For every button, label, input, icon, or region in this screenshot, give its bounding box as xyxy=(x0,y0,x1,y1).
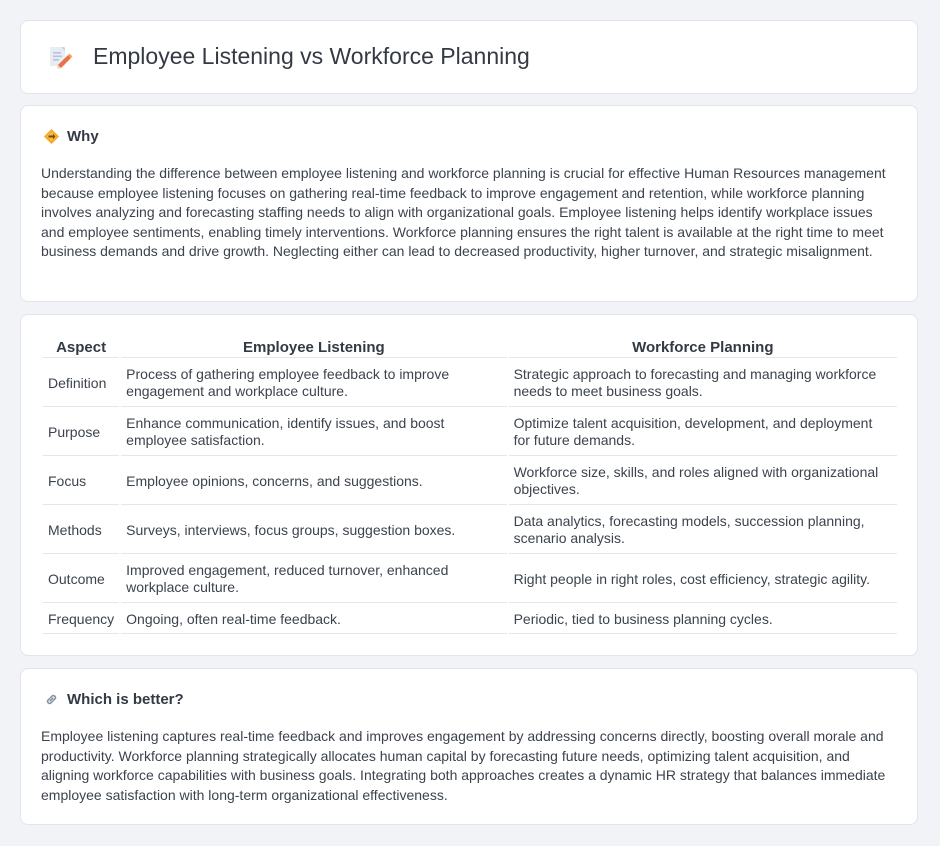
header-card: Employee Listening vs Workforce Planning xyxy=(20,20,918,94)
aspect-cell: Purpose xyxy=(43,409,120,456)
table-row: Definition Process of gathering employee… xyxy=(43,360,897,407)
why-card: Why Understanding the difference between… xyxy=(20,105,918,302)
title-row: Employee Listening vs Workforce Planning xyxy=(47,43,530,70)
why-title: Why xyxy=(67,128,99,145)
comparison-table: Aspect Employee Listening Workforce Plan… xyxy=(41,335,899,636)
table-row: Methods Surveys, interviews, focus group… xyxy=(43,507,897,554)
better-heading: Which is better? xyxy=(43,691,184,708)
header-aspect: Aspect xyxy=(43,337,120,358)
aspect-cell: Definition xyxy=(43,360,120,407)
aspect-cell: Outcome xyxy=(43,556,120,603)
listening-cell: Employee opinions, concerns, and suggest… xyxy=(121,458,507,505)
document-edit-icon xyxy=(50,46,73,68)
table-row: Outcome Improved engagement, reduced tur… xyxy=(43,556,897,603)
planning-cell: Data analytics, forecasting models, succ… xyxy=(508,507,897,554)
why-heading: Why xyxy=(43,128,99,145)
table-row: Focus Employee opinions, concerns, and s… xyxy=(43,458,897,505)
header-employee-listening: Employee Listening xyxy=(121,337,507,358)
diamond-sign-icon xyxy=(44,129,59,144)
planning-cell: Strategic approach to forecasting and ma… xyxy=(508,360,897,407)
listening-cell: Surveys, interviews, focus groups, sugge… xyxy=(121,507,507,554)
listening-cell: Ongoing, often real-time feedback. xyxy=(121,605,507,634)
header-workforce-planning: Workforce Planning xyxy=(508,337,897,358)
listening-cell: Improved engagement, reduced turnover, e… xyxy=(121,556,507,603)
planning-cell: Workforce size, skills, and roles aligne… xyxy=(508,458,897,505)
aspect-cell: Focus xyxy=(43,458,120,505)
table-header-row: Aspect Employee Listening Workforce Plan… xyxy=(43,337,897,358)
why-body: Understanding the difference between emp… xyxy=(41,165,886,259)
table-row: Frequency Ongoing, often real-time feedb… xyxy=(43,605,897,634)
better-body: Employee listening captures real-time fe… xyxy=(41,728,886,803)
table-row: Purpose Enhance communication, identify … xyxy=(43,409,897,456)
comparison-card: Aspect Employee Listening Workforce Plan… xyxy=(20,314,918,656)
page-title: Employee Listening vs Workforce Planning xyxy=(93,43,530,69)
planning-cell: Optimize talent acquisition, development… xyxy=(508,409,897,456)
planning-cell: Right people in right roles, cost effici… xyxy=(508,556,897,603)
listening-cell: Process of gathering employee feedback t… xyxy=(121,360,507,407)
link-icon xyxy=(46,694,57,705)
which-is-better-card: Which is better? Employee listening capt… xyxy=(20,668,918,825)
listening-cell: Enhance communication, identify issues, … xyxy=(121,409,507,456)
aspect-cell: Frequency xyxy=(43,605,120,634)
aspect-cell: Methods xyxy=(43,507,120,554)
planning-cell: Periodic, tied to business planning cycl… xyxy=(508,605,897,634)
better-title: Which is better? xyxy=(67,691,184,708)
